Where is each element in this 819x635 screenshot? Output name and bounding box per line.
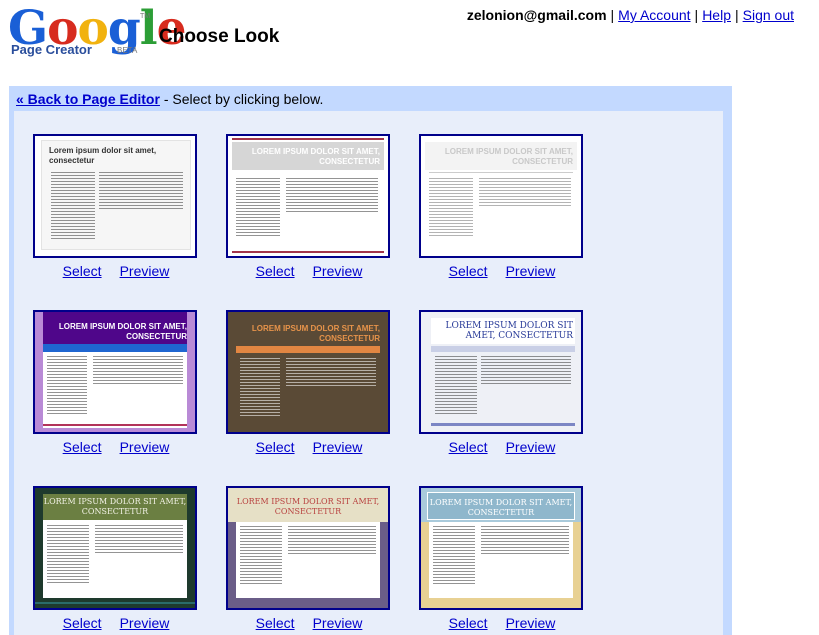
logo-beta-label: BETA (117, 46, 138, 55)
look-actions: Select Preview (33, 439, 199, 455)
select-link[interactable]: Select (256, 263, 295, 279)
look-actions: Select Preview (419, 439, 585, 455)
look-card-4: LOREM IPSUM DOLOR SIT AMET, CONSECTETUR … (33, 310, 199, 455)
separator: | (694, 7, 699, 23)
thumbnail-title: LOREM IPSUM DOLOR SIT AMET, CONSECTETUR (43, 497, 187, 516)
thumbnail-title: LOREM IPSUM DOLOR SIT AMET, CONSECTETUR (251, 147, 380, 166)
look-actions: Select Preview (226, 615, 392, 631)
look-thumbnail[interactable]: LOREM IPSUM DOLOR SIT AMET, CONSECTETUR (33, 486, 197, 610)
look-actions: Select Preview (419, 615, 585, 631)
preview-link[interactable]: Preview (506, 263, 556, 279)
select-link[interactable]: Select (449, 615, 488, 631)
look-card-3: LOREM IPSUM DOLOR SIT AMET, CONSECTETUR … (419, 134, 585, 279)
look-card-6: LOREM IPSUM DOLOR SIT AMET, CONSECTETUR … (419, 310, 585, 455)
thumbnail-title: LOREM IPSUM DOLOR SIT AMET, CONSECTETUR (429, 498, 573, 517)
look-card-2: LOREM IPSUM DOLOR SIT AMET, CONSECTETUR … (226, 134, 392, 279)
preview-link[interactable]: Preview (120, 615, 170, 631)
look-thumbnail[interactable]: LOREM IPSUM DOLOR SIT AMET, CONSECTETUR (33, 310, 197, 434)
user-bar: zelonion@gmail.com | My Account | Help | Sign … (467, 7, 794, 23)
help-link[interactable]: Help (702, 7, 731, 23)
look-thumbnail[interactable]: LOREM IPSUM DOLOR SIT AMET, CONSECTETUR (226, 310, 390, 434)
look-actions: Select Preview (33, 615, 199, 631)
select-link[interactable]: Select (63, 439, 102, 455)
user-email: zelonion@gmail.com (466, 7, 607, 23)
preview-link[interactable]: Preview (120, 263, 170, 279)
select-link[interactable]: Select (256, 439, 295, 455)
look-thumbnail[interactable]: Lorem ipsum dolor sit amet, consectetur (33, 134, 197, 258)
page-title: Choose Look (159, 26, 280, 47)
look-actions: Select Preview (226, 263, 392, 279)
thumbnail-title: LOREM IPSUM DOLOR SIT AMET, CONSECTETUR (58, 322, 187, 341)
looks-grid: Lorem ipsum dolor sit amet, consectetur … (14, 111, 723, 635)
look-card-5: LOREM IPSUM DOLOR SIT AMET, CONSECTETUR … (226, 310, 392, 455)
look-thumbnail[interactable]: LOREM IPSUM DOLOR SIT AMET, CONSECTETUR (226, 486, 390, 610)
select-link[interactable]: Select (63, 615, 102, 631)
back-to-page-editor-link[interactable]: « Back to Page Editor (16, 91, 160, 107)
look-thumbnail[interactable]: LOREM IPSUM DOLOR SIT AMET, CONSECTETUR (419, 134, 583, 258)
thumbnail-title: LOREM IPSUM DOLOR SIT AMET, CONSECTETUR (445, 321, 573, 341)
look-card-7: LOREM IPSUM DOLOR SIT AMET, CONSECTETUR … (33, 486, 199, 631)
look-card-9: LOREM IPSUM DOLOR SIT AMET, CONSECTETUR … (419, 486, 585, 631)
logo-product-name: Page Creator (11, 42, 92, 57)
separator: | (734, 7, 739, 23)
my-account-link[interactable]: My Account (618, 7, 690, 23)
look-actions: Select Preview (33, 263, 199, 279)
preview-link[interactable]: Preview (120, 439, 170, 455)
logo-tm-label: TM (140, 13, 151, 20)
thumbnail-title: LOREM IPSUM DOLOR SIT AMET, CONSECTETUR (251, 324, 380, 343)
preview-link[interactable]: Preview (506, 439, 556, 455)
look-card-8: LOREM IPSUM DOLOR SIT AMET, CONSECTETUR … (226, 486, 392, 631)
preview-link[interactable]: Preview (313, 615, 363, 631)
separator: | (610, 7, 615, 23)
look-card-1: Lorem ipsum dolor sit amet, consectetur … (33, 134, 199, 279)
look-thumbnail[interactable]: LOREM IPSUM DOLOR SIT AMET, CONSECTETUR (419, 310, 583, 434)
select-link[interactable]: Select (256, 615, 295, 631)
look-thumbnail[interactable]: LOREM IPSUM DOLOR SIT AMET, CONSECTETUR (226, 134, 390, 258)
sign-out-link[interactable]: Sign out (743, 7, 794, 23)
look-actions: Select Preview (419, 263, 585, 279)
look-thumbnail[interactable]: LOREM IPSUM DOLOR SIT AMET, CONSECTETUR (419, 486, 583, 610)
thumbnail-title: Lorem ipsum dolor sit amet, consectetur (49, 146, 157, 165)
preview-link[interactable]: Preview (313, 439, 363, 455)
google-page-creator-logo[interactable]: Google Page Creator BETA TM (8, 4, 186, 60)
panel-instruction: - Select by clicking below. (159, 91, 324, 107)
select-link[interactable]: Select (449, 263, 488, 279)
look-actions: Select Preview (226, 439, 392, 455)
choose-look-panel: « Back to Page Editor - Select by clicki… (9, 86, 732, 635)
preview-link[interactable]: Preview (313, 263, 363, 279)
select-link[interactable]: Select (63, 263, 102, 279)
thumbnail-title: LOREM IPSUM DOLOR SIT AMET, CONSECTETUR (444, 147, 573, 166)
select-link[interactable]: Select (449, 439, 488, 455)
preview-link[interactable]: Preview (506, 615, 556, 631)
thumbnail-title: LOREM IPSUM DOLOR SIT AMET, CONSECTETUR (236, 497, 380, 516)
panel-header: « Back to Page Editor - Select by clicki… (16, 91, 323, 107)
